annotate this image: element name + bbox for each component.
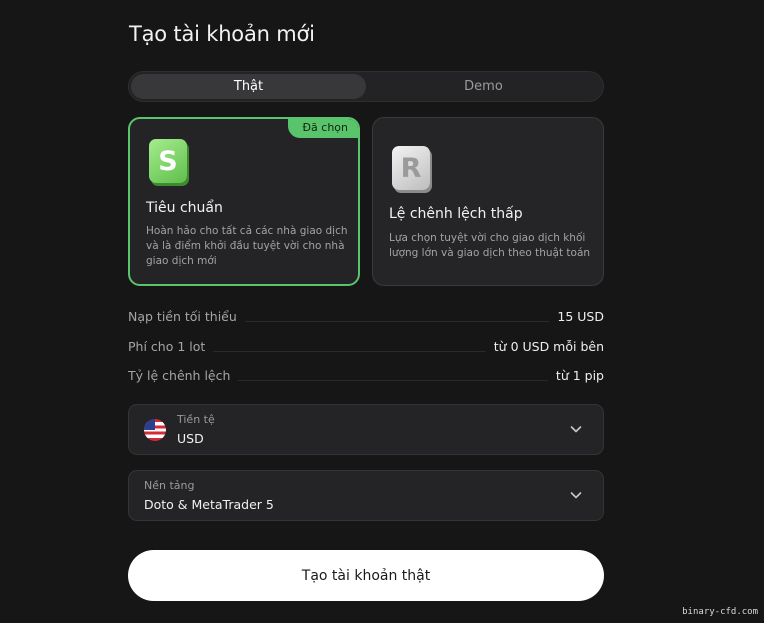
account-card-title: Tiêu chuẩn	[146, 200, 223, 216]
account-card-standard[interactable]: Đã chọn S Tiêu chuẩn Hoàn hảo cho tất cả…	[128, 117, 360, 286]
platform-select[interactable]: Nền tảng Doto & MetaTrader 5	[128, 470, 604, 521]
account-card-description: Lựa chọn tuyệt vời cho giao dịch khối lư…	[389, 232, 591, 259]
currency-value: USD	[177, 431, 204, 446]
spec-row-min-deposit: Nạp tiền tối thiểu 15 USD	[128, 306, 604, 326]
selected-badge: Đã chọn	[287, 119, 358, 138]
currency-label: Tiền tệ	[177, 413, 215, 426]
spec-value: 15 USD	[557, 308, 604, 324]
spec-row-lot-fee: Phí cho 1 lot từ 0 USD mỗi bên	[128, 336, 604, 356]
standard-logo-icon: S	[149, 139, 187, 183]
spec-row-spread: Tỷ lệ chênh lệch từ 1 pip	[128, 365, 604, 385]
us-flag-icon	[144, 419, 166, 441]
create-real-account-button[interactable]: Tạo tài khoản thật	[128, 550, 604, 601]
chevron-down-icon	[570, 426, 582, 433]
currency-select[interactable]: Tiền tệ USD	[128, 404, 604, 455]
watermark: binary-cfd.com	[682, 607, 758, 617]
spec-label: Nạp tiền tối thiểu	[128, 308, 237, 324]
chevron-down-icon	[570, 492, 582, 499]
spec-leader	[213, 351, 486, 352]
account-card-title: Lệ chênh lệch thấp	[389, 206, 523, 222]
platform-label: Nền tảng	[144, 479, 195, 492]
account-card-description: Hoàn hảo cho tất cả các nhà giao dịch và…	[146, 225, 348, 267]
tab-demo[interactable]: Demo	[366, 74, 601, 99]
spec-leader	[238, 380, 548, 381]
spec-label: Phí cho 1 lot	[128, 338, 206, 354]
platform-value: Doto & MetaTrader 5	[144, 497, 274, 512]
low-spread-logo-icon: R	[392, 146, 430, 190]
spec-leader	[244, 321, 550, 322]
account-mode-tabs: Thật Demo	[128, 71, 604, 102]
spec-value: từ 0 USD mỗi bên	[493, 338, 604, 354]
page-title: Tạo tài khoản mới	[129, 22, 315, 46]
spec-value: từ 1 pip	[555, 367, 604, 383]
account-card-low-spread[interactable]: R Lệ chênh lệch thấp Lựa chọn tuyệt vời …	[372, 117, 604, 286]
tab-real[interactable]: Thật	[131, 74, 366, 99]
spec-label: Tỷ lệ chênh lệch	[128, 367, 231, 383]
